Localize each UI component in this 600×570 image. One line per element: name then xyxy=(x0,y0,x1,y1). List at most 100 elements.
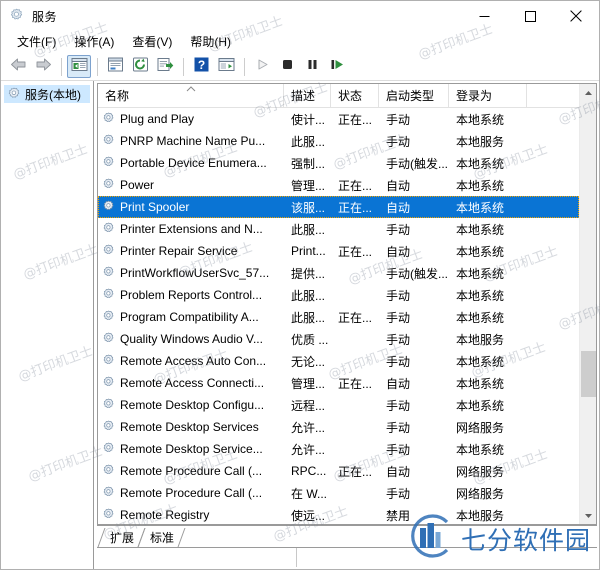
service-name-label: Remote Procedure Call (... xyxy=(120,464,262,478)
console-view-button[interactable] xyxy=(214,55,238,78)
cell-description-label: 强制... xyxy=(291,155,325,172)
column-header-status-label: 状态 xyxy=(338,87,362,104)
stop-service-button[interactable] xyxy=(275,55,299,78)
service-name-label: Remote Desktop Configu... xyxy=(120,398,264,412)
cell-status-label: 正在... xyxy=(338,111,372,128)
cell-log-on-as-label: 网络服务 xyxy=(456,463,504,480)
table-row[interactable]: Print Spooler该服...正在...自动本地系统 xyxy=(98,196,579,218)
service-gear-icon xyxy=(102,178,116,192)
cell-log-on-as: 网络服务 xyxy=(449,460,527,482)
menu-bar: 文件(F) 操作(A) 查看(V) 帮助(H) xyxy=(1,31,599,53)
cell-status xyxy=(331,504,379,524)
table-row[interactable]: Plug and Play使计...正在...手动本地系统 xyxy=(98,108,579,130)
cell-startup-type-label: 禁用 xyxy=(386,507,410,524)
maximize-button[interactable] xyxy=(507,1,553,31)
table-row[interactable]: Remote Procedure Call (...RPC...正在...自动网… xyxy=(98,460,579,482)
scroll-up-button[interactable] xyxy=(580,84,597,101)
cell-name: Problem Reports Control... xyxy=(98,284,284,306)
forward-button[interactable] xyxy=(31,55,55,78)
tab-extended[interactable]: 扩展 xyxy=(101,528,141,547)
column-header-description[interactable]: 描述 xyxy=(284,84,331,107)
table-row[interactable]: Quality Windows Audio V...优质 ...手动本地服务 xyxy=(98,328,579,350)
cell-description: 管理... xyxy=(284,174,331,196)
table-row[interactable]: PNRP Machine Name Pu...此服...手动本地服务 xyxy=(98,130,579,152)
table-row[interactable]: Remote Procedure Call (...在 W...手动网络服务 xyxy=(98,482,579,504)
pause-service-button[interactable] xyxy=(300,55,324,78)
cell-log-on-as: 本地系统 xyxy=(449,262,527,284)
pause-icon xyxy=(306,58,319,76)
table-row[interactable]: Printer Repair ServicePrint...正在...自动本地系… xyxy=(98,240,579,262)
export-list-button[interactable] xyxy=(153,55,177,78)
status-bar-section xyxy=(97,548,297,567)
tree-item-services-local[interactable]: 服务(本地) xyxy=(4,85,90,103)
close-button[interactable] xyxy=(553,1,599,31)
menu-view[interactable]: 查看(V) xyxy=(123,31,181,53)
tab-standard-label: 标准 xyxy=(150,529,174,546)
table-row[interactable]: Portable Device Enumera...强制...手动(触发...本… xyxy=(98,152,579,174)
column-header-log-on-as-label: 登录为 xyxy=(456,87,492,104)
help-button[interactable]: ? xyxy=(189,55,213,78)
refresh-button[interactable] xyxy=(128,55,152,78)
menu-help[interactable]: 帮助(H) xyxy=(181,31,240,53)
restart-service-button[interactable] xyxy=(325,55,349,78)
menu-action[interactable]: 操作(A) xyxy=(65,31,123,53)
services-list-view: 名称 描述 状态 启动类型 登录为 xyxy=(97,83,597,525)
toolbar-separator xyxy=(183,58,184,76)
table-row[interactable]: Remote Registry使远...禁用本地服务 xyxy=(98,504,579,524)
cell-filler xyxy=(527,438,579,460)
scroll-down-button[interactable] xyxy=(580,507,597,524)
cell-status xyxy=(331,218,379,240)
cell-name: Portable Device Enumera... xyxy=(98,152,284,174)
cell-startup-type: 自动 xyxy=(379,174,449,196)
column-header-log-on-as[interactable]: 登录为 xyxy=(449,84,527,107)
cell-filler xyxy=(527,174,579,196)
vertical-scrollbar[interactable] xyxy=(579,84,596,524)
service-name-label: Portable Device Enumera... xyxy=(120,156,267,170)
table-row[interactable]: Problem Reports Control...此服...手动本地系统 xyxy=(98,284,579,306)
cell-description-label: 此服... xyxy=(291,309,325,326)
column-header-name[interactable]: 名称 xyxy=(98,84,284,107)
scrollbar-thumb[interactable] xyxy=(581,351,596,397)
column-header-status[interactable]: 状态 xyxy=(331,84,379,107)
cell-startup-type: 手动 xyxy=(379,394,449,416)
service-name-label: Remote Procedure Call (... xyxy=(120,486,262,500)
cell-description: 强制... xyxy=(284,152,331,174)
services-gear-icon xyxy=(9,8,25,24)
tab-standard[interactable]: 标准 xyxy=(141,528,181,547)
start-service-button[interactable] xyxy=(250,55,274,78)
cell-status xyxy=(331,438,379,460)
cell-log-on-as-label: 本地系统 xyxy=(456,221,504,238)
table-row[interactable]: PrintWorkflowUserSvc_57...提供...手动(触发...本… xyxy=(98,262,579,284)
cell-description: 使计... xyxy=(284,108,331,130)
back-button[interactable] xyxy=(6,55,30,78)
table-row[interactable]: Printer Extensions and N...此服...手动本地系统 xyxy=(98,218,579,240)
cell-filler xyxy=(527,372,579,394)
cell-startup-type: 手动 xyxy=(379,218,449,240)
table-row[interactable]: Remote Access Connecti...管理...正在...自动本地系… xyxy=(98,372,579,394)
column-header-startup-type[interactable]: 启动类型 xyxy=(379,84,449,107)
view-tabs: 扩展 标准 xyxy=(97,525,597,547)
cell-startup-type-label: 自动 xyxy=(386,463,410,480)
cell-startup-type: 手动 xyxy=(379,438,449,460)
show-hide-tree-button[interactable] xyxy=(67,55,91,78)
table-row[interactable]: Remote Desktop Service...允许...手动本地系统 xyxy=(98,438,579,460)
table-row[interactable]: Program Compatibility A...此服...正在...手动本地… xyxy=(98,306,579,328)
table-row[interactable]: Remote Access Auto Con...无论...手动本地系统 xyxy=(98,350,579,372)
cell-filler xyxy=(527,240,579,262)
cell-log-on-as: 网络服务 xyxy=(449,482,527,504)
properties-button[interactable] xyxy=(103,55,127,78)
minimize-button[interactable] xyxy=(461,1,507,31)
arrow-right-icon xyxy=(35,57,52,77)
table-row[interactable]: Power管理...正在...自动本地系统 xyxy=(98,174,579,196)
services-window: 服务 文件(F) 操作(A) 查看(V) 帮助(H) xyxy=(0,0,600,570)
table-row[interactable]: Remote Desktop Configu...远程...手动本地系统 xyxy=(98,394,579,416)
service-gear-icon xyxy=(102,354,116,368)
cell-startup-type: 手动 xyxy=(379,350,449,372)
cell-startup-type-label: 手动 xyxy=(386,287,410,304)
toolbar-separator xyxy=(61,58,62,76)
service-gear-icon xyxy=(102,486,116,500)
table-row[interactable]: Remote Desktop Services允许...手动网络服务 xyxy=(98,416,579,438)
cell-description: 远程... xyxy=(284,394,331,416)
menu-file[interactable]: 文件(F) xyxy=(8,31,65,53)
service-name-label: Remote Access Connecti... xyxy=(120,376,264,390)
